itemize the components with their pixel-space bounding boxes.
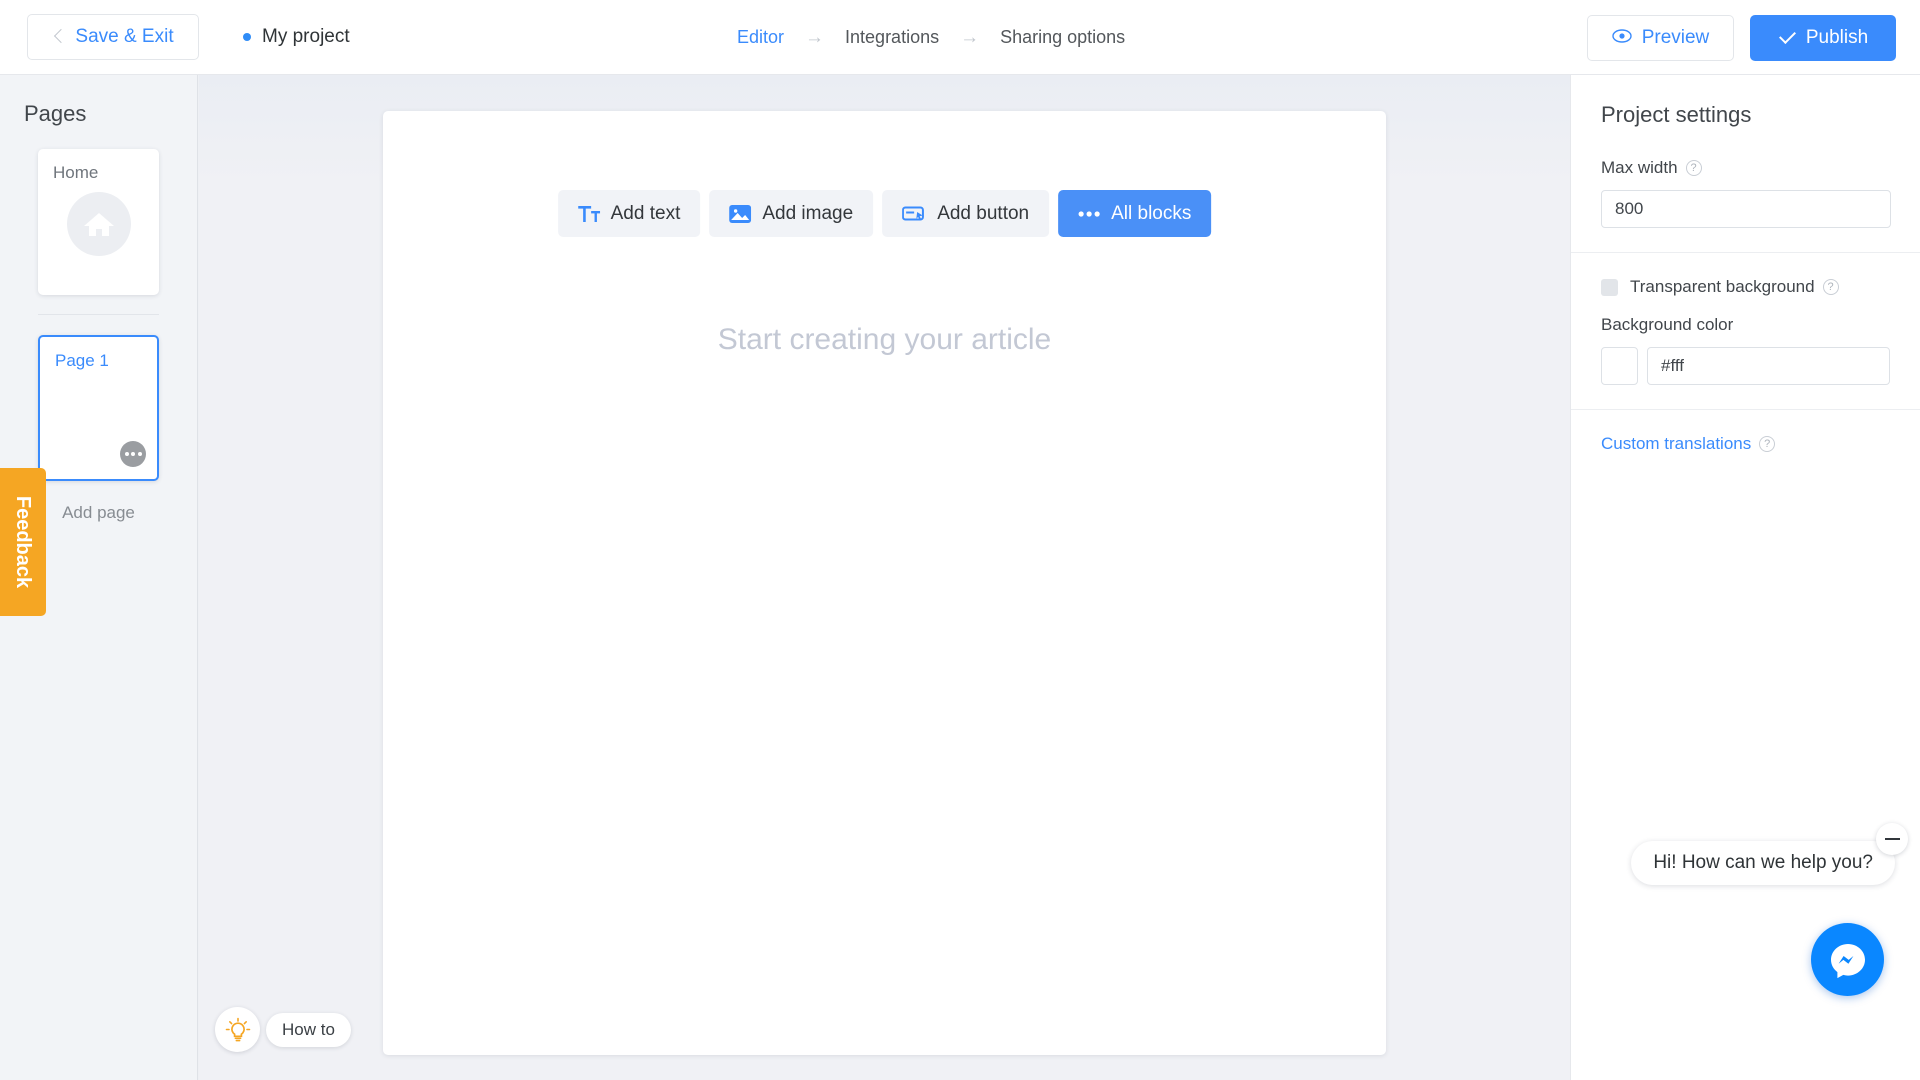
background-color-label: Background color: [1601, 315, 1734, 334]
eye-icon: [1612, 27, 1632, 49]
check-icon: [1778, 29, 1795, 46]
max-width-label: Max width: [1601, 158, 1678, 177]
top-bar-actions: Preview Publish: [1587, 0, 1896, 75]
page-thumbnail-page-1[interactable]: Page 1: [38, 335, 159, 481]
transparent-background-label: Transparent background: [1630, 277, 1815, 296]
page-options-ellipsis-icon[interactable]: [120, 441, 146, 467]
preview-button[interactable]: Preview: [1587, 14, 1734, 61]
custom-translations-link[interactable]: Custom translations ?: [1601, 434, 1890, 454]
text-icon: [577, 205, 600, 223]
custom-translations-section: Custom translations ?: [1571, 434, 1920, 454]
arrow-right-icon: →: [805, 26, 825, 48]
breadcrumb-item-sharing-options[interactable]: Sharing options: [998, 27, 1127, 48]
publish-label: Publish: [1805, 26, 1869, 48]
all-blocks-label: All blocks: [1111, 202, 1192, 224]
page-thumbnail-home[interactable]: Home: [38, 149, 159, 295]
transparent-background-row[interactable]: Transparent background ?: [1601, 277, 1890, 297]
publish-button[interactable]: Publish: [1750, 14, 1896, 61]
sidebar-divider: [38, 314, 159, 315]
how-to-widget: How to: [215, 1007, 351, 1052]
arrow-right-icon: →: [960, 26, 980, 48]
transparent-background-checkbox[interactable]: [1601, 278, 1618, 296]
max-width-label-row: Max width ?: [1601, 158, 1890, 178]
chat-greeting-text: Hi! How can we help you?: [1653, 852, 1873, 873]
max-width-input[interactable]: [1601, 190, 1891, 228]
panel-divider: [1571, 409, 1920, 410]
color-swatch[interactable]: [1601, 347, 1638, 385]
max-width-section: Max width ?: [1571, 158, 1920, 228]
background-section: Transparent background ? Background colo…: [1571, 277, 1920, 385]
add-image-button[interactable]: Add image: [709, 190, 874, 237]
canvas-placeholder-text: Start creating your article: [717, 323, 1052, 356]
how-to-label: How to: [282, 1019, 335, 1039]
preview-label: Preview: [1641, 26, 1710, 48]
panel-title: Project settings: [1601, 102, 1752, 127]
ellipsis-icon: [1078, 210, 1100, 218]
project-name-indicator[interactable]: My project: [243, 26, 350, 48]
add-image-label: Add image: [762, 202, 854, 224]
how-to-button[interactable]: How to: [266, 1012, 351, 1047]
add-button-button[interactable]: Add button: [882, 190, 1050, 237]
all-blocks-button[interactable]: All blocks: [1058, 190, 1212, 237]
feedback-label: Feedback: [12, 495, 34, 589]
top-bar: Save & Exit My project Editor → Integrat…: [0, 0, 1920, 75]
messenger-launcher-button[interactable]: [1811, 923, 1884, 996]
help-icon[interactable]: ?: [1685, 160, 1702, 176]
help-icon[interactable]: ?: [1759, 436, 1776, 452]
background-color-row: [1601, 347, 1890, 385]
chevron-left-icon: [52, 30, 66, 44]
custom-translations-label: Custom translations: [1601, 434, 1752, 453]
messenger-icon: [1830, 943, 1865, 978]
home-icon: [66, 192, 131, 256]
panel-divider: [1571, 252, 1920, 253]
article-canvas[interactable]: Add text Add image Add button All blocks…: [383, 111, 1386, 1055]
page-thumbnail-label: Home: [53, 163, 99, 182]
add-text-button[interactable]: Add text: [557, 190, 701, 237]
lightbulb-icon[interactable]: [215, 1007, 260, 1052]
breadcrumb: Editor → Integrations → Sharing options: [735, 0, 1127, 75]
minus-icon: [1884, 838, 1900, 840]
sidebar-title: Pages: [24, 101, 87, 126]
button-icon: [902, 205, 926, 223]
transparent-background-label-row: Transparent background ?: [1630, 277, 1839, 297]
project-name: My project: [262, 26, 350, 47]
chat-minimize-button[interactable]: [1876, 823, 1908, 855]
feedback-tab[interactable]: Feedback: [0, 468, 46, 616]
breadcrumb-item-editor[interactable]: Editor: [735, 27, 786, 48]
chat-greeting-bubble[interactable]: Hi! How can we help you?: [1631, 841, 1895, 885]
add-button-label: Add button: [937, 202, 1030, 224]
status-dot-icon: [243, 33, 251, 41]
image-icon: [729, 203, 752, 225]
save-and-exit-button[interactable]: Save & Exit: [27, 14, 199, 60]
background-color-input[interactable]: [1647, 347, 1890, 385]
page-thumbnail-label: Page 1: [55, 351, 109, 370]
add-text-label: Add text: [610, 202, 681, 224]
block-toolbar: Add text Add image Add button All blocks: [557, 190, 1212, 237]
canvas-area: Add text Add image Add button All blocks…: [199, 75, 1570, 1080]
breadcrumb-item-integrations[interactable]: Integrations: [843, 27, 941, 48]
save-and-exit-label: Save & Exit: [75, 26, 174, 47]
help-icon[interactable]: ?: [1822, 279, 1839, 295]
